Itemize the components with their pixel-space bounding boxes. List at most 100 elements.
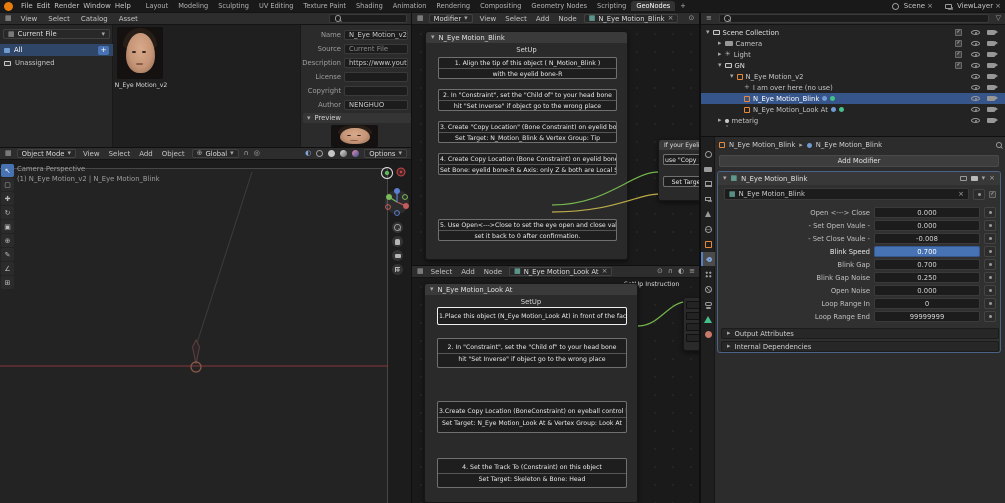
editor-type-icon[interactable]: ▦	[417, 268, 424, 275]
input-value-field[interactable]: 0.000	[874, 220, 980, 231]
snap-magnet-icon[interactable]: ∩	[668, 268, 673, 275]
outliner-item-label[interactable]: Light	[734, 51, 751, 59]
asset-menu-select[interactable]: Select	[46, 15, 72, 23]
input-attribute-toggle[interactable]	[984, 298, 996, 309]
shading-material-icon[interactable]	[340, 150, 347, 157]
add-catalog-button[interactable]: +	[98, 46, 109, 55]
tab-tool[interactable]	[701, 147, 715, 161]
input-value-field[interactable]: 0.250	[874, 272, 980, 283]
workspace-tab-animation[interactable]: Animation	[388, 1, 432, 11]
geometry-nodes-icon[interactable]	[830, 96, 835, 101]
hide-toggle-eye-icon[interactable]	[971, 85, 980, 90]
outliner-row-i-am-over-here[interactable]: + I am over here (no use)	[701, 82, 1005, 93]
catalog-row-unassigned[interactable]: Unassigned	[0, 57, 113, 69]
hide-toggle-eye-icon[interactable]	[971, 96, 980, 101]
shading-solid-icon[interactable]	[328, 150, 335, 157]
shading-wireframe-icon[interactable]	[316, 150, 323, 157]
node-eye-motion-blink[interactable]: ▾ N_Eye Motion_Blink SetUp 1. Align the …	[425, 31, 628, 260]
hide-toggle-eye-icon[interactable]	[971, 74, 980, 79]
extras-menu-icon[interactable]: ▾	[982, 175, 986, 182]
tool-measure[interactable]: ∠	[1, 262, 14, 275]
modifier-name[interactable]: N_Eye Motion_Blink	[741, 175, 807, 183]
tab-object-data[interactable]	[701, 312, 715, 326]
viewport-menu-add[interactable]: Add	[137, 150, 155, 158]
workspace-tab-shading[interactable]: Shading	[351, 1, 388, 11]
editmode-toggle-icon[interactable]	[960, 176, 967, 181]
render-toggle-camera-icon[interactable]	[987, 52, 995, 57]
input-value-field[interactable]: 0.000	[874, 207, 980, 218]
ortho-toggle-control[interactable]	[392, 264, 403, 275]
collapse-icon[interactable]: ▾	[723, 175, 727, 182]
node-tree-selector[interactable]: ▦N_Eye Motion_Look At×	[509, 267, 612, 276]
workspace-tab-geometry-nodes[interactable]: Geometry Nodes	[526, 1, 592, 11]
input-value-slider-active[interactable]: 0.700	[874, 246, 980, 257]
instruction-step-1[interactable]: 1.Place this object (N_Eye Motion_Look A…	[437, 307, 627, 325]
workspace-tab-sculpting[interactable]: Sculpting	[213, 1, 254, 11]
modifier-wrench-icon[interactable]	[831, 107, 836, 112]
hide-toggle-eye-icon[interactable]	[971, 52, 980, 57]
asset-thumbnail[interactable]	[117, 27, 163, 79]
workspace-tab-compositing[interactable]: Compositing	[475, 1, 526, 11]
node-partial-right[interactable]	[683, 297, 700, 351]
outliner-row-eye-motion-v2[interactable]: ▾ N_Eye Motion_v2	[701, 71, 1005, 82]
node-menu-add[interactable]: Add	[459, 268, 477, 276]
outliner-item-label[interactable]: Camera	[736, 40, 763, 48]
outliner-row-scene-collection[interactable]: ▾ Scene Collection ✓	[701, 27, 1005, 38]
asset-thumbnail-label[interactable]: N_Eye Motion_v2	[113, 82, 169, 89]
workspace-tab-geonodes-active[interactable]: GeoNodes	[631, 1, 675, 11]
node-menu-node[interactable]: Node	[556, 15, 578, 23]
render-toggle-camera-icon[interactable]	[987, 30, 995, 35]
pin-icon[interactable]: ⊙	[688, 15, 694, 22]
input-attribute-toggle[interactable]	[984, 285, 996, 296]
workspace-tab-rendering[interactable]: Rendering	[431, 1, 475, 11]
input-attribute-toggle[interactable]	[984, 246, 996, 257]
outliner-item-label[interactable]: N_Eye Motion_Blink	[753, 95, 819, 103]
tab-object[interactable]	[701, 237, 715, 251]
name-field[interactable]: N_Eye Motion_v2	[344, 30, 408, 40]
mode-dropdown[interactable]: Object Mode▾	[17, 149, 76, 158]
breadcrumb-modifier-name[interactable]: N_Eye Motion_Blink	[816, 141, 882, 149]
input-attribute-toggle[interactable]	[984, 311, 996, 322]
viewlayer-selector[interactable]: ViewLayer	[955, 2, 995, 10]
input-value-field[interactable]: 0.700	[874, 259, 980, 270]
render-toggle-camera-icon[interactable]	[987, 63, 995, 68]
internal-dependencies-section[interactable]: ▸ Internal Dependencies	[721, 341, 999, 352]
tool-select-box[interactable]: ↖	[1, 164, 14, 177]
render-toggle-camera-icon[interactable]	[987, 85, 995, 90]
copyright-field[interactable]	[344, 86, 408, 96]
node-header[interactable]: If your Eyelid is control b...	[659, 140, 700, 150]
shading-rendered-icon[interactable]	[352, 150, 359, 157]
overlays-icon[interactable]: ◐	[678, 268, 684, 275]
tab-output[interactable]	[701, 177, 715, 191]
node-menu-add[interactable]: Add	[534, 15, 552, 23]
tab-constraints[interactable]	[701, 297, 715, 311]
outliner-row-camera[interactable]: ▸ Camera ✓	[701, 38, 1005, 49]
instruction-step-1[interactable]: 1. Align the tip of this object ( N_Moti…	[438, 57, 617, 79]
instruction-step-2[interactable]: 2. In "Constraint", set the "Child of" t…	[437, 338, 627, 368]
tool-transform[interactable]: ⊕	[1, 234, 14, 247]
scene-selector[interactable]: Scene	[902, 2, 927, 10]
editor-type-icon[interactable]: ▦	[5, 150, 12, 157]
node-menu-select[interactable]: Select	[429, 268, 455, 276]
asset-menu-view[interactable]: View	[19, 15, 40, 23]
overlays-icon[interactable]: ◐	[305, 150, 311, 157]
realtime-toggle-icon[interactable]	[971, 176, 978, 181]
preview-panel-header[interactable]: ▾ Preview	[303, 113, 411, 123]
hide-toggle-eye-icon[interactable]	[971, 118, 980, 123]
pan-control[interactable]	[392, 236, 403, 247]
description-field[interactable]: https://www.youtu...	[344, 58, 408, 68]
render-toggle-camera-icon[interactable]	[987, 107, 995, 112]
outliner-search-input[interactable]	[719, 14, 989, 23]
output-attributes-section[interactable]: ▸ Output Attributes	[721, 328, 999, 339]
tool-annotate[interactable]: ✎	[1, 248, 14, 261]
tab-view-layer[interactable]	[701, 192, 715, 206]
instruction-step-3[interactable]: 3.Create Copy Location (BoneConstraint) …	[437, 401, 627, 433]
workspace-tab-texture-paint[interactable]: Texture Paint	[298, 1, 351, 11]
outliner-item-label[interactable]: Scene Collection	[723, 29, 780, 37]
modifier-wrench-icon[interactable]	[822, 96, 827, 101]
input-value-field[interactable]: -0.008	[874, 233, 980, 244]
unlink-icon[interactable]: ×	[602, 268, 608, 275]
outliner-item-label[interactable]: GN	[735, 62, 745, 70]
remove-modifier-button[interactable]: ×	[989, 175, 995, 182]
outliner-row-eye-motion-blink-selected[interactable]: N_Eye Motion_Blink	[701, 93, 1005, 104]
